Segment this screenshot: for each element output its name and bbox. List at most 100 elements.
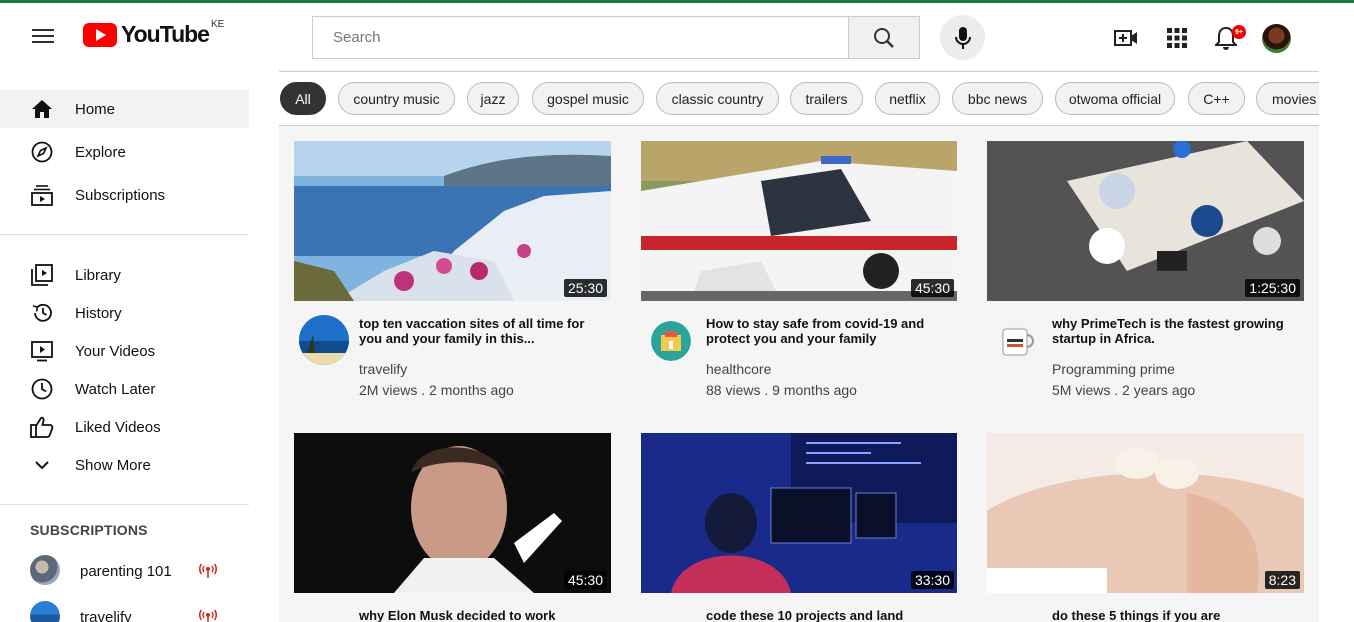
sidebar-item-show-more[interactable]: Show More <box>0 446 249 484</box>
microphone-icon <box>954 26 971 49</box>
subscription-item-parenting-101[interactable]: parenting 101 <box>0 551 249 591</box>
video-title[interactable]: why Elon Musk decided to work <box>359 608 599 622</box>
clock-icon <box>30 377 54 401</box>
search-input[interactable] <box>312 16 849 59</box>
video-duration: 25:30 <box>563 279 607 297</box>
sidebar-item-subscriptions[interactable]: Subscriptions <box>0 176 249 214</box>
create-video-icon[interactable] <box>1113 25 1139 51</box>
video-title[interactable]: code these 10 projects and land <box>706 608 946 622</box>
chip-jazz[interactable]: jazz <box>467 82 519 115</box>
sidebar-item-your-videos[interactable]: Your Videos <box>0 332 249 370</box>
channel-name[interactable]: healthcore <box>706 361 771 377</box>
notification-badge: 9+ <box>1232 25 1246 39</box>
logo-text: YouTube <box>121 21 210 47</box>
thumbnail-image <box>641 433 957 593</box>
thumbnail-image <box>294 433 611 593</box>
channel-avatar[interactable] <box>299 315 349 365</box>
video-title[interactable]: why PrimeTech is the fastest growing sta… <box>1052 316 1292 346</box>
chip-otwoma-official[interactable]: otwoma official <box>1055 82 1175 115</box>
video-title[interactable]: top ten vaccation sites of all time for … <box>359 316 599 346</box>
video-title[interactable]: do these 5 things if you are <box>1052 608 1292 622</box>
chip-country-music[interactable]: country music <box>338 82 455 115</box>
voice-search-button[interactable] <box>940 15 985 60</box>
video-thumbnail[interactable]: 45:30 <box>294 433 611 593</box>
thumbnail-image <box>641 141 957 301</box>
live-broadcast-icon <box>199 563 217 578</box>
chip-gospel-music[interactable]: gospel music <box>532 82 644 115</box>
subscription-label: parenting 101 <box>80 563 172 580</box>
top-header: YouTube KE Search 9+ <box>0 3 1354 69</box>
sidebar-item-watch-later[interactable]: Watch Later <box>0 370 249 408</box>
subscription-label: travelify <box>80 609 132 622</box>
channel-name[interactable]: Programming prime <box>1052 361 1175 377</box>
sidebar-item-history[interactable]: History <box>0 294 249 332</box>
chip-bbc-news[interactable]: bbc news <box>952 82 1043 115</box>
video-title[interactable]: How to stay safe from covid-19 and prote… <box>706 316 946 346</box>
sidebar-item-label: Explore <box>75 143 126 161</box>
sidebar-item-explore[interactable]: Explore <box>0 133 249 171</box>
video-thumbnail[interactable]: 8:23 <box>987 433 1304 593</box>
video-duration: 1:25:30 <box>1245 279 1300 297</box>
video-meta: 5M views . 2 years ago <box>1052 382 1196 398</box>
home-icon <box>30 97 54 121</box>
subscription-item-travelify[interactable]: travelify <box>0 597 249 622</box>
channel-avatar <box>30 555 60 585</box>
chip-movies[interactable]: movies <box>1256 82 1319 115</box>
thumbnail-image <box>987 141 1304 301</box>
chevron-down-icon <box>30 453 54 477</box>
chip-trailers[interactable]: trailers <box>790 82 863 115</box>
thumbnail-image <box>294 141 611 301</box>
video-duration: 33:30 <box>910 571 954 589</box>
video-thumbnail[interactable]: 45:30 <box>641 141 958 301</box>
sidebar-item-label: Home <box>75 100 116 118</box>
sidebar-item-label: Library <box>75 266 121 284</box>
youtube-logo[interactable]: YouTube KE <box>83 19 225 48</box>
country-code: KE <box>210 19 225 30</box>
your-videos-icon <box>30 339 54 363</box>
sidebar-item-library[interactable]: Library <box>0 256 249 294</box>
sidebar-item-label: Watch Later <box>75 380 156 398</box>
video-duration: 8:23 <box>1264 571 1300 589</box>
video-duration: 45:30 <box>563 571 607 589</box>
library-icon <box>30 263 54 287</box>
channel-avatar[interactable] <box>995 319 1039 363</box>
search-button[interactable] <box>848 16 920 59</box>
sidebar: Home Explore Subscriptions Library Histo… <box>0 69 249 622</box>
subscriptions-icon <box>30 183 54 207</box>
sidebar-item-liked-videos[interactable]: Liked Videos <box>0 408 249 446</box>
thumbnail-image <box>987 433 1304 593</box>
sidebar-item-label: History <box>75 304 122 322</box>
channel-name[interactable]: travelify <box>359 361 407 377</box>
main-content: All country music jazz gospel music clas… <box>279 71 1319 622</box>
hamburger-menu-icon[interactable] <box>32 25 58 47</box>
chip-netflix[interactable]: netflix <box>875 82 940 115</box>
chip-cpp[interactable]: C++ <box>1188 82 1245 115</box>
youtube-play-icon <box>83 22 117 47</box>
sidebar-item-home[interactable]: Home <box>0 90 249 128</box>
video-duration: 45:30 <box>910 279 954 297</box>
search-icon <box>874 27 894 48</box>
sidebar-item-label: Liked Videos <box>75 418 161 436</box>
subscriptions-heading: SUBSCRIPTIONS <box>30 522 148 538</box>
history-icon <box>30 301 54 325</box>
video-thumbnail[interactable]: 25:30 <box>294 141 611 301</box>
user-avatar[interactable] <box>1262 24 1291 53</box>
video-meta: 2M views . 2 months ago <box>359 382 514 398</box>
compass-icon <box>30 140 54 164</box>
filter-chips-bar: All country music jazz gospel music clas… <box>279 71 1319 126</box>
live-broadcast-icon <box>199 609 217 622</box>
video-meta: 88 views . 9 months ago <box>706 382 857 398</box>
channel-avatar[interactable] <box>651 321 691 361</box>
sidebar-item-label: Your Videos <box>75 342 156 360</box>
channel-avatar <box>30 601 60 622</box>
sidebar-item-label: Subscriptions <box>75 186 166 204</box>
chip-all[interactable]: All <box>280 82 326 115</box>
apps-grid-icon[interactable] <box>1164 25 1190 51</box>
sidebar-divider <box>0 504 249 505</box>
sidebar-item-label: Show More <box>75 456 151 474</box>
video-thumbnail[interactable]: 33:30 <box>641 433 958 593</box>
video-thumbnail[interactable]: 1:25:30 <box>987 141 1304 301</box>
thumbs-up-icon <box>30 415 54 439</box>
sidebar-divider <box>0 234 249 235</box>
chip-classic-country[interactable]: classic country <box>656 82 779 115</box>
